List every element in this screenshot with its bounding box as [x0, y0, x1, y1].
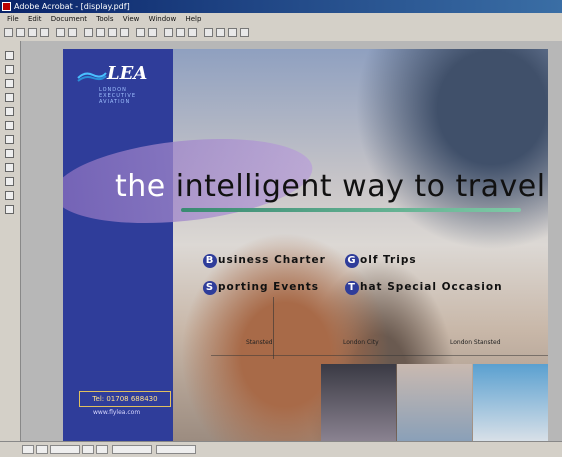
service-initial: S [203, 281, 217, 295]
menu-document[interactable]: Document [51, 13, 87, 25]
graphics-select-icon[interactable] [5, 93, 14, 102]
menu-edit[interactable]: Edit [28, 13, 42, 25]
logo-subtitle: LONDON EXECUTIVE AVIATION [99, 87, 137, 105]
service-initial: B [203, 254, 217, 268]
save-icon[interactable] [16, 28, 25, 37]
tagline: the intelligent way to travel [115, 169, 546, 204]
next-page-button[interactable] [82, 445, 94, 454]
logo-text: LEA [107, 63, 148, 84]
status-bar [0, 441, 562, 457]
photo-business-people [321, 364, 396, 441]
select-tool-icon[interactable] [68, 28, 77, 37]
photo-aircraft [397, 364, 472, 441]
tagline-rest: intelligent way to travel [175, 169, 546, 204]
service-golf-trips: Golf Trips [345, 254, 417, 268]
window-title: Adobe Acrobat - [display.pdf] [14, 2, 130, 11]
menu-bar: File Edit Document Tools View Window Hel… [0, 13, 562, 25]
email-icon[interactable] [40, 28, 49, 37]
highlight-icon[interactable] [5, 121, 14, 130]
thread-icon[interactable] [5, 177, 14, 186]
service-label: hat Special Occasion [360, 281, 503, 293]
rotate-left-icon[interactable] [228, 28, 237, 37]
last-page-icon[interactable] [120, 28, 129, 37]
print-icon[interactable] [28, 28, 37, 37]
search-icon[interactable] [204, 28, 213, 37]
pdf-page: LEA LONDON EXECUTIVE AVIATION the intell… [63, 49, 548, 441]
menu-tools[interactable]: Tools [96, 13, 113, 25]
service-special-occasion: That Special Occasion [345, 281, 503, 295]
next-page-icon[interactable] [108, 28, 117, 37]
tagline-first-word: the [115, 169, 166, 204]
movie-icon[interactable] [5, 163, 14, 172]
blue-side-panel [63, 49, 173, 441]
page-number-field[interactable] [50, 445, 80, 454]
prev-page-button[interactable] [36, 445, 48, 454]
service-initial: T [345, 281, 359, 295]
fit-page-icon[interactable] [176, 28, 185, 37]
service-initial: G [345, 254, 359, 268]
hand-tool-icon[interactable] [56, 28, 65, 37]
zoom-out-icon[interactable] [148, 28, 157, 37]
toolbar [0, 25, 562, 42]
left-tool-palette [0, 41, 21, 441]
caption-3: London Stansted [450, 339, 501, 346]
crop-icon[interactable] [5, 149, 14, 158]
service-sporting-events: Sporting Events [203, 281, 319, 295]
phone-number: Tel: 01708 688430 [79, 391, 171, 407]
rotate-right-icon[interactable] [240, 28, 249, 37]
caption-1: Stansted [246, 339, 273, 346]
service-label: usiness Charter [218, 254, 326, 266]
title-bar: Adobe Acrobat - [display.pdf] [0, 0, 562, 13]
form-icon[interactable] [5, 191, 14, 200]
lea-logo: LEA LONDON EXECUTIVE AVIATION [77, 63, 162, 105]
find-icon[interactable] [216, 28, 225, 37]
acrobat-icon [2, 2, 11, 11]
prev-page-icon[interactable] [96, 28, 105, 37]
caption-2: London City [343, 339, 379, 346]
first-page-icon[interactable] [84, 28, 93, 37]
website-url: www.flylea.com [93, 409, 141, 416]
menu-view[interactable]: View [123, 13, 140, 25]
tagline-underline [181, 208, 521, 212]
last-page-button[interactable] [96, 445, 108, 454]
photo-strip [321, 364, 548, 441]
menu-file[interactable]: File [7, 13, 19, 25]
touchup-icon[interactable] [5, 205, 14, 214]
menu-help[interactable]: Help [185, 13, 201, 25]
service-business-charter: Business Charter [203, 254, 326, 268]
page-size-field [156, 445, 196, 454]
service-label: porting Events [218, 281, 320, 293]
zoom-field[interactable] [112, 445, 152, 454]
service-label: olf Trips [360, 254, 417, 266]
wave-logo-icon [77, 72, 107, 82]
actual-size-icon[interactable] [164, 28, 173, 37]
note-icon[interactable] [5, 107, 14, 116]
divider-horizontal [211, 355, 548, 356]
text-select-icon[interactable] [5, 79, 14, 88]
fit-width-icon[interactable] [188, 28, 197, 37]
photo-golf-course [473, 364, 548, 441]
divider-vertical [273, 297, 274, 359]
zoom-icon[interactable] [5, 65, 14, 74]
zoom-in-icon[interactable] [136, 28, 145, 37]
first-page-button[interactable] [22, 445, 34, 454]
link-icon[interactable] [5, 135, 14, 144]
hand-icon[interactable] [5, 51, 14, 60]
open-icon[interactable] [4, 28, 13, 37]
menu-window[interactable]: Window [149, 13, 177, 25]
